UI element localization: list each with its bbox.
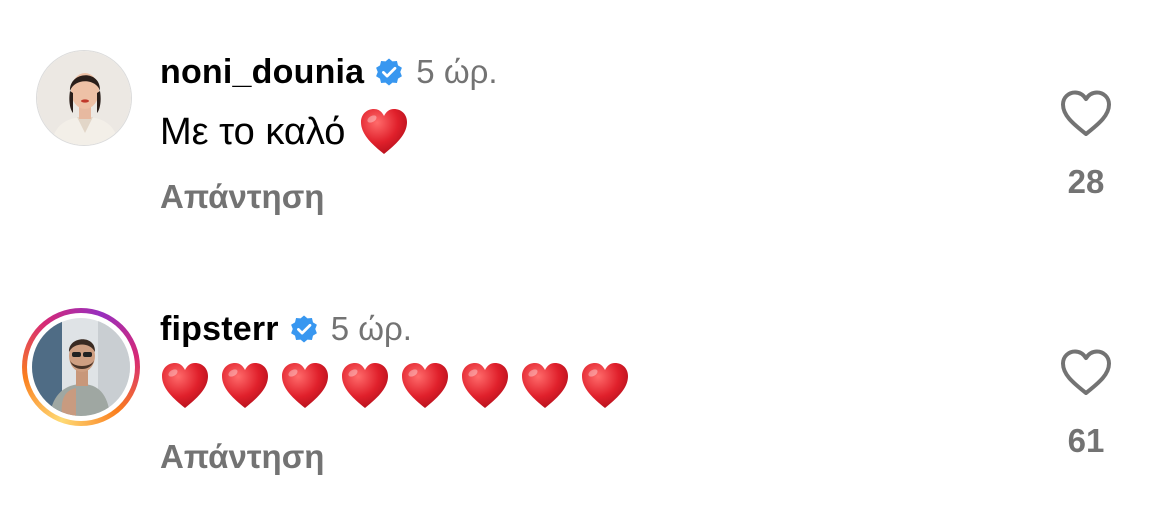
like-count: 61: [1067, 422, 1105, 459]
reply-button[interactable]: Απάντηση: [160, 438, 324, 476]
comment-header: noni_dounia 5 ώρ.: [160, 50, 498, 94]
comment-time: 5 ώρ.: [330, 310, 412, 347]
red-heart-emoji: [580, 362, 630, 410]
red-heart-emoji: [400, 362, 450, 410]
red-heart-emoji: [340, 362, 390, 410]
verified-badge-icon: [289, 314, 319, 344]
username[interactable]: fipsterr: [160, 310, 279, 349]
red-heart-emoji: [220, 362, 270, 410]
like-count: 28: [1067, 163, 1105, 200]
comment-item: fipsterr 5 ώρ. Απάντηση 61: [0, 258, 1170, 508]
heart-outline-icon[interactable]: [1060, 90, 1112, 138]
comment-item: noni_dounia 5 ώρ. Με το καλό Απάντηση 28: [0, 0, 1170, 250]
avatar[interactable]: [27, 313, 135, 421]
comment-text: Με το καλό: [160, 104, 409, 160]
red-heart-emoji: [359, 108, 409, 156]
red-heart-emoji: [280, 362, 330, 410]
comment-time: 5 ώρ.: [416, 53, 498, 90]
red-heart-emoji: [160, 362, 210, 410]
heart-outline-icon[interactable]: [1060, 349, 1112, 397]
red-heart-emoji: [460, 362, 510, 410]
comment-text: [160, 358, 640, 414]
comment-header: fipsterr 5 ώρ.: [160, 307, 412, 351]
verified-badge-icon: [374, 57, 404, 87]
red-heart-emoji: [520, 362, 570, 410]
username[interactable]: noni_dounia: [160, 53, 364, 92]
reply-button[interactable]: Απάντηση: [160, 178, 324, 216]
avatar-story-ring[interactable]: [22, 308, 140, 426]
comment-text-content: Με το καλό: [160, 110, 346, 153]
avatar[interactable]: [36, 50, 132, 146]
